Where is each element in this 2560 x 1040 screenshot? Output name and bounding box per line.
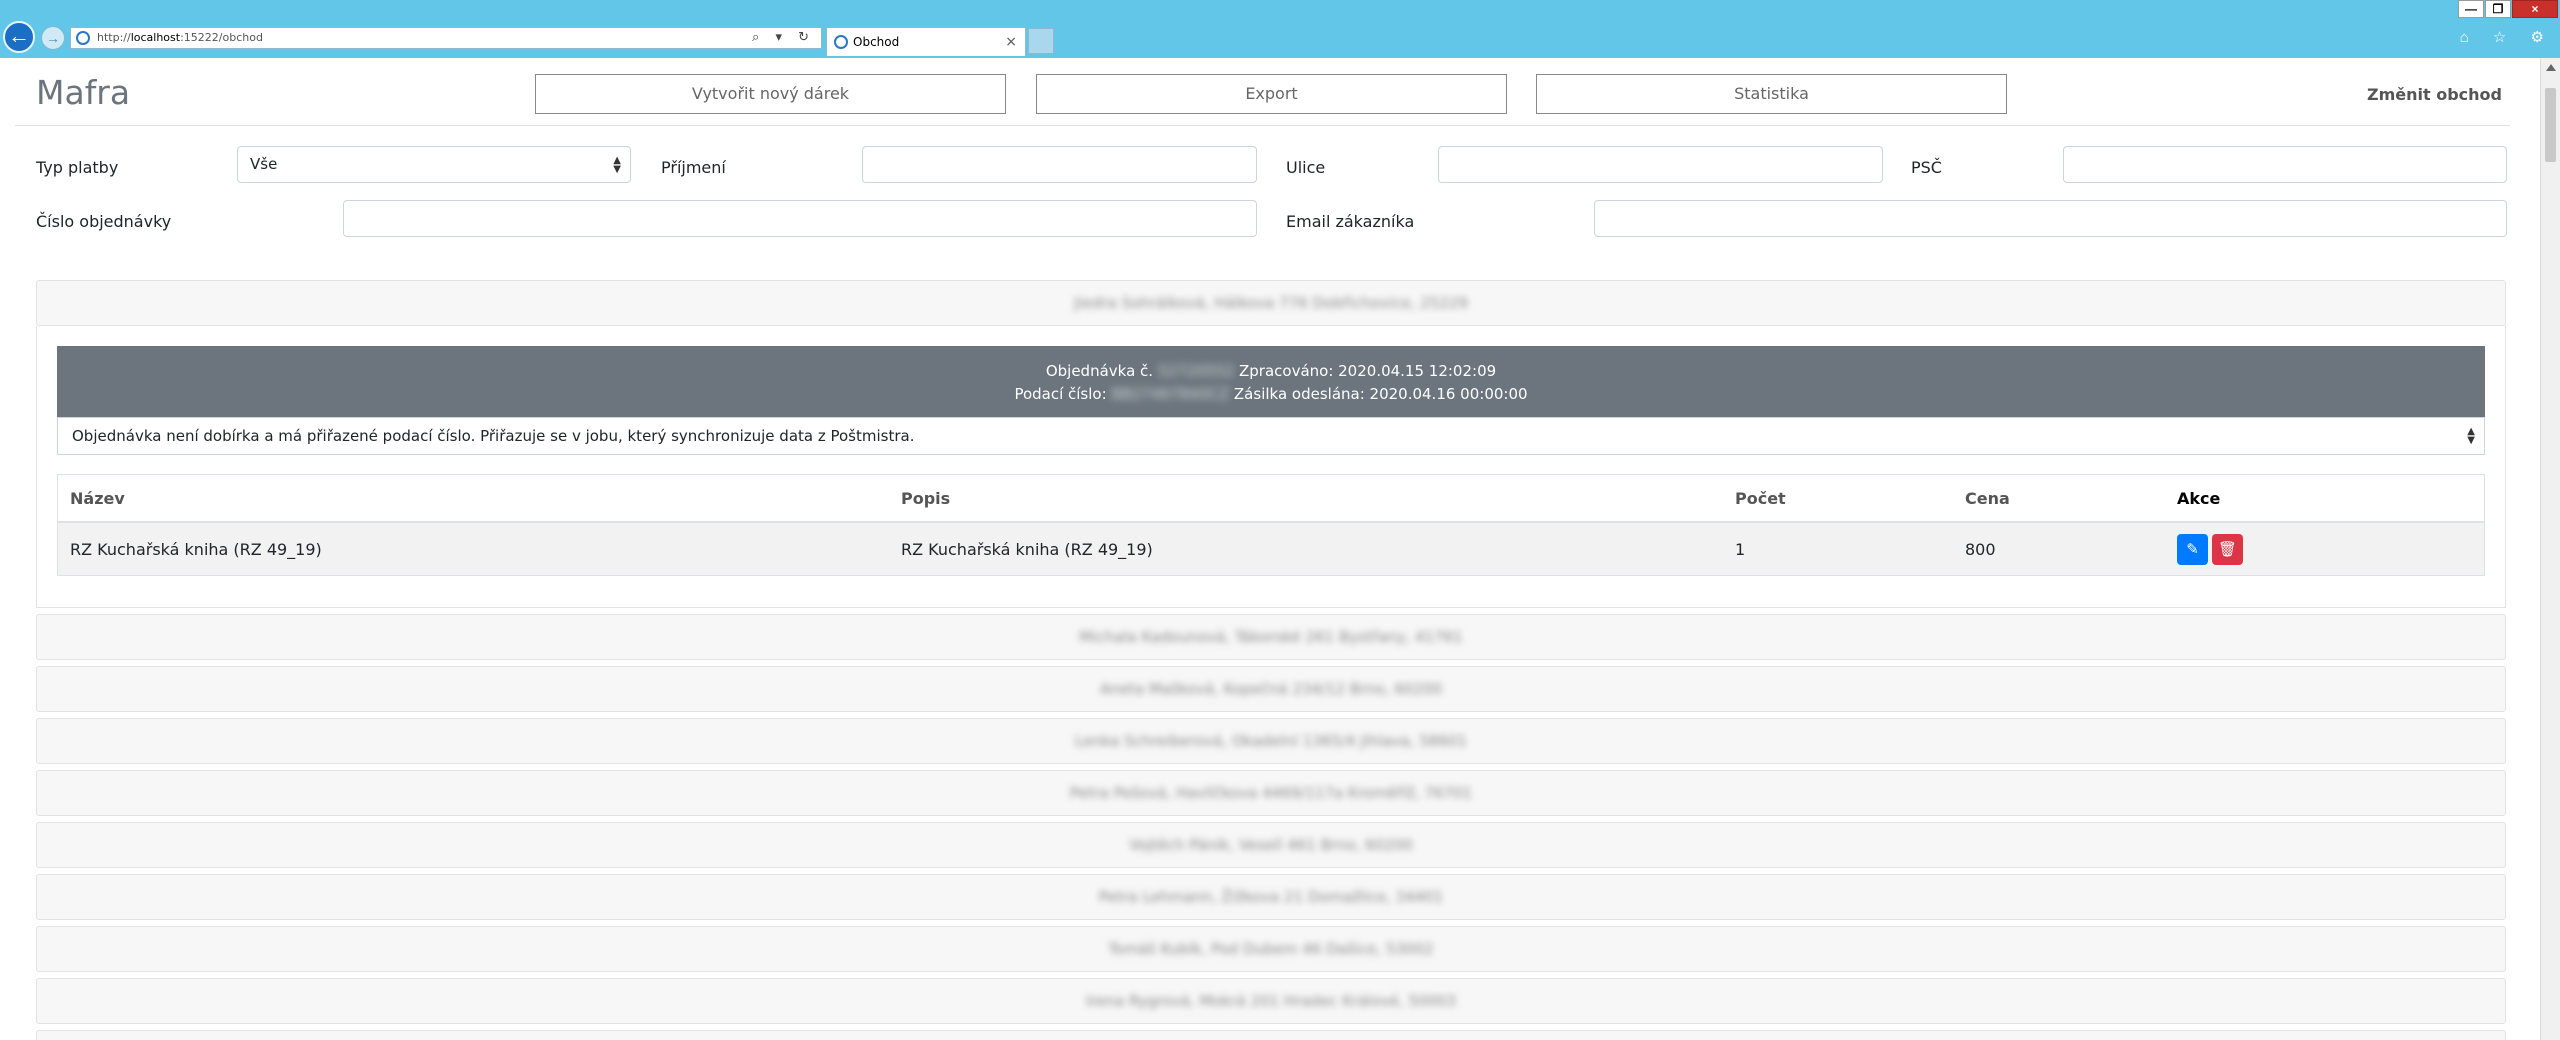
app-header: Mafra Vytvořit nový dárek Export Statist… <box>15 63 2510 126</box>
close-window-button[interactable]: × <box>2512 0 2558 18</box>
processed-date: Zpracováno: 2020.04.15 12:02:09 <box>1238 362 1497 380</box>
shipped-date: Zásilka odeslána: 2020.04.16 00:00:00 <box>1233 385 1528 403</box>
statistics-button[interactable]: Statistika <box>1536 74 2007 114</box>
order-header-collapsed[interactable]: Petra Lehmann, Žižkova 21 Domažlice, 344… <box>36 874 2506 920</box>
payment-type-select[interactable]: Vše ▲ ▼ <box>237 146 631 183</box>
customer-address: Jiedra Sohrálková, Hálkova 776 Dobřichov… <box>1074 294 1468 312</box>
page-scrollbar[interactable] <box>2540 58 2560 1040</box>
customer-address: Petra Pešová, Havlíčkova 4469/117a Kromě… <box>1069 784 1473 802</box>
customer-email-label: Email zákazníka <box>1286 212 1415 231</box>
order-items-table: Název Popis Počet Cena Akce RZ Kuchařská… <box>57 474 2485 576</box>
url-rest: :15222/obchod <box>180 31 263 44</box>
street-input[interactable] <box>1438 146 1883 183</box>
customer-email-input[interactable] <box>1594 200 2507 237</box>
new-tab-button[interactable] <box>1028 28 1054 54</box>
tracking-number-value: BB27467840CZ <box>1111 385 1230 403</box>
order-header-collapsed[interactable] <box>36 1030 2506 1040</box>
order-header-collapsed[interactable]: Aneta Mašková, Kopečná 234/12 Brno, 6020… <box>36 666 2506 712</box>
column-actions: Akce <box>2165 475 2484 523</box>
customer-address: Lenka Schreiberová, Okadelní 1365/4 Jihl… <box>1074 732 1468 750</box>
column-price: Cena <box>1953 475 2165 523</box>
order-header-collapsed[interactable]: Irena Rygrová, Mokrá 201 Hradec Králové,… <box>36 978 2506 1024</box>
orders-accordion: Jiedra Sohrálková, Hálkova 776 Dobřichov… <box>36 280 2506 1040</box>
order-header-collapsed[interactable]: Petra Pešová, Havlíčkova 4469/117a Kromě… <box>36 770 2506 816</box>
street-label: Ulice <box>1286 158 1326 177</box>
customer-address: Michala Kadounová, Táborské 261 Bystřany… <box>1079 628 1463 646</box>
surname-input[interactable] <box>862 146 1257 183</box>
tracking-number-prefix: Podací číslo: <box>1014 385 1107 403</box>
edit-pencil-icon[interactable]: ✎ <box>2177 533 2208 565</box>
forward-button[interactable]: → <box>41 26 65 50</box>
table-row: RZ Kuchařská kniha (RZ 49_19) RZ Kuchařs… <box>58 522 2484 575</box>
address-tools-icons[interactable]: ⌕ ▾ ↻ <box>752 28 815 48</box>
order-detail-panel: Objednávka č. 52720552 Zpracováno: 2020.… <box>36 326 2506 608</box>
page-content: Mafra Vytvořit nový dárek Export Statist… <box>0 58 2540 1040</box>
url-prefix: http:// <box>97 31 131 44</box>
customer-address: Aneta Mašková, Kopečná 234/12 Brno, 6020… <box>1099 680 1443 698</box>
restore-button[interactable]: ❐ <box>2485 0 2511 18</box>
customer-address: Vojtěch Pánik, Veselí 461 Brno, 60200 <box>1129 836 1413 854</box>
column-name: Název <box>58 475 889 523</box>
item-count: 1 <box>1723 522 1953 575</box>
order-number-prefix: Objednávka č. <box>1045 362 1154 380</box>
payment-type-value: Vše <box>250 155 278 173</box>
select-arrows-icon: ▲ ▼ <box>2467 426 2475 446</box>
order-info-header: Objednávka č. 52720552 Zpracováno: 2020.… <box>57 346 2485 417</box>
tab-close-icon[interactable]: × <box>1005 28 1017 56</box>
scrollbar-thumb[interactable] <box>2545 88 2556 162</box>
order-header-collapsed[interactable]: Tomáš Kubík, Pod Dubem 46 Dašice, 53002 <box>36 926 2506 972</box>
window-controls: — ❐ × <box>2457 0 2558 20</box>
payment-type-label: Typ platby <box>36 158 119 177</box>
order-status-select[interactable]: Objednávka není dobírka a má přiřazené p… <box>57 417 2485 455</box>
address-bar[interactable]: http://localhost:15222/obchod ⌕ ▾ ↻ <box>70 27 822 49</box>
customer-address: Irena Rygrová, Mokrá 201 Hradec Králové,… <box>1085 992 1457 1010</box>
table-header-row: Název Popis Počet Cena Akce <box>58 475 2484 523</box>
order-number-value: 52720552 <box>1157 362 1235 380</box>
url-host: localhost <box>130 31 181 44</box>
item-description: RZ Kuchařská kniha (RZ 49_19) <box>889 522 1723 575</box>
item-price: 800 <box>1953 522 2165 575</box>
order-number-input[interactable] <box>343 200 1257 237</box>
order-header-collapsed[interactable]: Lenka Schreiberová, Okadelní 1365/4 Jihl… <box>36 718 2506 764</box>
surname-label: Příjmení <box>661 158 726 177</box>
column-description: Popis <box>889 475 1723 523</box>
delete-trash-icon[interactable]: 🗑 <box>2212 533 2243 565</box>
back-button[interactable]: ← <box>3 21 35 53</box>
item-actions: ✎ 🗑 <box>2165 522 2484 575</box>
select-arrows-icon: ▲ ▼ <box>613 155 621 175</box>
order-status-text: Objednávka není dobírka a má přiřazené p… <box>72 427 915 445</box>
tab-page-icon <box>834 35 848 49</box>
order-header-expanded[interactable]: Jiedra Sohrálková, Hálkova 776 Dobřichov… <box>36 280 2506 326</box>
tab-obchod[interactable]: Obchod × <box>826 27 1026 56</box>
tab-title: Obchod <box>853 35 900 49</box>
column-count: Počet <box>1723 475 1953 523</box>
page-icon <box>76 31 90 45</box>
item-name: RZ Kuchařská kniha (RZ 49_19) <box>58 522 889 575</box>
order-number-label: Číslo objednávky <box>36 212 172 231</box>
brand-title[interactable]: Mafra <box>36 73 130 112</box>
order-header-collapsed[interactable]: Michala Kadounová, Táborské 261 Bystřany… <box>36 614 2506 660</box>
browser-chrome: ← → http://localhost:15222/obchod ⌕ ▾ ↻ … <box>0 0 2560 58</box>
order-header-collapsed[interactable]: Vojtěch Pánik, Veselí 461 Brno, 60200 <box>36 822 2506 868</box>
zip-input[interactable] <box>2063 146 2507 183</box>
minimize-button[interactable]: — <box>2458 0 2484 18</box>
customer-address: Tomáš Kubík, Pod Dubem 46 Dašice, 53002 <box>1108 940 1434 958</box>
create-gift-button[interactable]: Vytvořit nový dárek <box>535 74 1006 114</box>
toolbar-icons[interactable]: ⌂ ☆ ⚙ <box>2460 28 2554 46</box>
zip-label: PSČ <box>1911 158 1942 177</box>
scroll-up-icon[interactable] <box>2546 64 2556 71</box>
customer-address: Petra Lehmann, Žižkova 21 Domažlice, 344… <box>1098 888 1444 906</box>
change-shop-link[interactable]: Změnit obchod <box>2367 85 2502 104</box>
export-button[interactable]: Export <box>1036 74 1507 114</box>
